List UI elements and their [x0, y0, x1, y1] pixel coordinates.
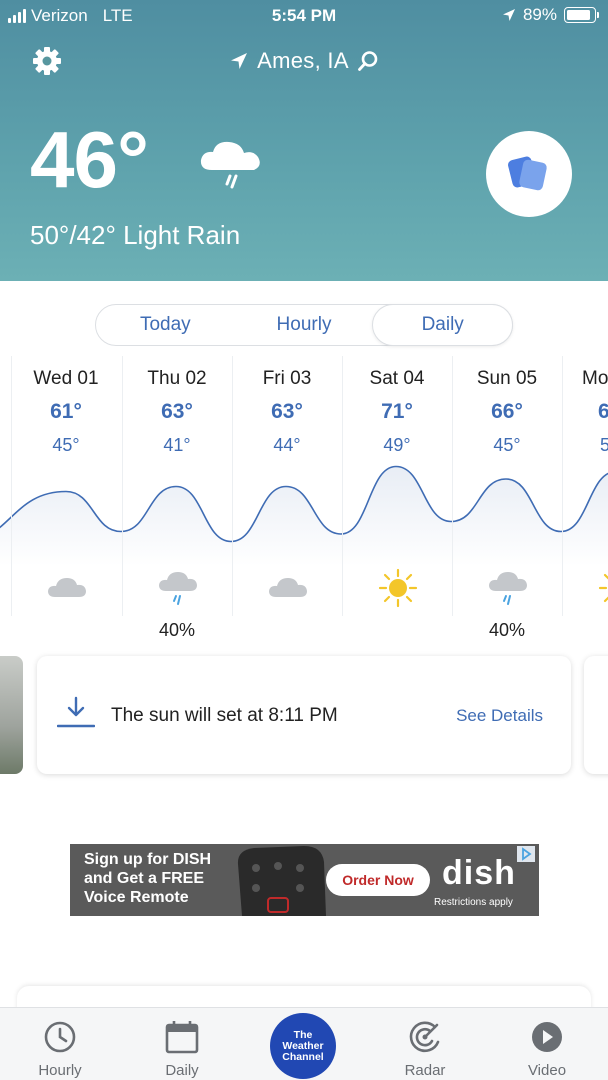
day-low: 41° [163, 435, 191, 455]
hi-lo-condition: 50°/42° Light Rain [30, 220, 241, 250]
day-high: 66° [491, 400, 523, 423]
current-temperature: 46° [30, 115, 149, 204]
rain-icon [489, 572, 527, 605]
location-services-icon [502, 9, 515, 21]
tab-today[interactable]: Today [96, 305, 235, 345]
location-selector[interactable]: Ames, IA [0, 48, 608, 74]
tab-label: Daily [165, 1062, 199, 1079]
day-name: Thu 02 [147, 368, 207, 389]
day-high: 63° [271, 400, 303, 423]
day-low: 45° [493, 435, 521, 455]
day-column[interactable]: Wed 01 61° 45° [11, 356, 121, 646]
tab-bar-radar[interactable]: Radar [365, 1008, 485, 1080]
tab-bar-video[interactable]: Video [487, 1008, 607, 1080]
tab-daily[interactable]: Daily [372, 304, 514, 346]
ad-line: Sign up for DISH [84, 851, 212, 868]
battery-percent: 89% [522, 5, 557, 24]
previous-card-peek[interactable] [0, 656, 23, 774]
logo-line: The [293, 1028, 313, 1041]
sunny-icon [378, 568, 418, 608]
day-column[interactable]: Mo 6 5 [562, 356, 608, 646]
daily-forecast-strip: Wed 01 61° 45° Thu 02 63° 41° 40% Fri 03… [0, 356, 608, 646]
day-column[interactable]: Sat 04 71° 49° [342, 356, 452, 646]
day-low: 44° [273, 435, 301, 455]
location-name: Ames, IA [257, 48, 349, 73]
ad-disclaimer: Restrictions apply [434, 897, 513, 908]
day-high: 71° [381, 400, 413, 423]
cards-button[interactable] [486, 131, 572, 217]
day-precip: 40% [158, 620, 196, 640]
day-column[interactable]: Sun 05 66° 45° 40% [452, 356, 562, 646]
forecast-tabs: Today Hourly Daily [95, 304, 514, 346]
rain-cloud-icon [200, 141, 260, 189]
calendar-icon [165, 1021, 199, 1054]
tab-label: Hourly [38, 1062, 82, 1079]
day-low: 49° [383, 435, 411, 455]
sunset-arrow-icon [57, 696, 95, 728]
day-name: Fri 03 [262, 368, 312, 389]
logo-line: Weather [282, 1039, 324, 1052]
search-icon[interactable] [357, 50, 379, 72]
day-name: Sun 05 [476, 368, 538, 389]
tab-bar-daily[interactable]: Daily [122, 1008, 242, 1080]
sunset-card[interactable]: The sun will set at 8:11 PM See Details [37, 656, 571, 774]
adchoices-icon[interactable] [517, 846, 535, 862]
cloudy-icon [269, 578, 307, 597]
weather-channel-logo-button[interactable]: The Weather Channel [270, 1013, 336, 1079]
logo-line: Channel [282, 1050, 324, 1063]
sunny-icon [598, 573, 608, 603]
day-name: Wed 01 [33, 368, 99, 389]
location-arrow-icon [231, 53, 248, 69]
day-high: 61° [50, 400, 82, 423]
current-conditions-header: Verizon LTE 5:54 PM 89% Ames, IA 46° 50°… [0, 0, 608, 281]
column-divider [232, 356, 233, 616]
dish-logo: dish [442, 854, 516, 892]
tab-hourly[interactable]: Hourly [235, 305, 374, 345]
radar-icon [409, 1021, 440, 1053]
clock-icon [44, 1021, 76, 1053]
next-card-peek[interactable] [584, 656, 608, 774]
ad-banner[interactable]: Sign up for DISH and Get a FREE Voice Re… [70, 844, 539, 916]
cloudy-icon [48, 578, 86, 597]
column-divider [562, 356, 563, 616]
day-precip: 40% [488, 620, 526, 640]
day-column[interactable]: Thu 02 63° 41° 40% [122, 356, 232, 646]
ad-headline: Sign up for DISH and Get a FREE Voice Re… [84, 850, 211, 907]
column-divider [342, 356, 343, 616]
cards-icon [508, 156, 547, 191]
ad-line: and Get a FREE [84, 870, 205, 887]
see-details-link[interactable]: See Details [456, 706, 543, 726]
tab-bar-hourly[interactable]: Hourly [0, 1008, 120, 1080]
rain-icon [159, 572, 197, 605]
play-icon [532, 1022, 562, 1052]
battery-icon [564, 7, 599, 23]
status-right: 89% [502, 5, 599, 25]
ad-line: Voice Remote [84, 889, 189, 906]
column-divider [122, 356, 123, 616]
column-divider [11, 356, 12, 616]
day-low: 45° [52, 435, 80, 455]
tab-label: Radar [404, 1062, 446, 1079]
sunset-text: The sun will set at 8:11 PM [111, 705, 338, 726]
day-name: Mo [582, 368, 608, 389]
order-now-button[interactable]: Order Now [326, 864, 430, 896]
day-high: 63° [161, 400, 193, 423]
day-high: 6 [598, 400, 608, 423]
battery-fill [567, 10, 591, 20]
day-low: 5 [600, 435, 608, 455]
day-name: Sat 04 [369, 368, 425, 389]
tab-label: Video [527, 1062, 567, 1079]
day-column[interactable]: Fri 03 63° 44° [232, 356, 342, 646]
column-divider [452, 356, 453, 616]
status-bar: Verizon LTE 5:54 PM 89% [0, 0, 608, 32]
